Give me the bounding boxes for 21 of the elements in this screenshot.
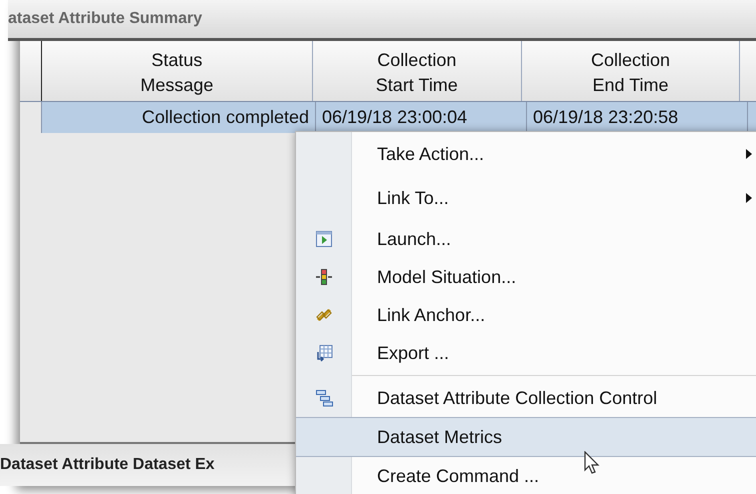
panel-title: Dataset Attribute Dataset Ex — [0, 456, 215, 474]
mouse-cursor-icon — [584, 451, 600, 475]
traffic-light-icon — [314, 268, 332, 286]
column-header[interactable]: Collection Start Time — [312, 41, 522, 101]
menu-item[interactable]: Export ... — [296, 334, 756, 372]
menu-item[interactable]: Link Anchor... — [296, 296, 756, 334]
menu-item[interactable]: Model Situation... — [296, 258, 756, 296]
column-header[interactable]: Status Message — [42, 41, 313, 101]
table-export-icon — [314, 344, 332, 362]
table-row[interactable]: Collection completed 06/19/18 23:00:04 06/19/18 23:20:58 — [20, 102, 756, 133]
column-header[interactable]: Collection End Time — [522, 41, 740, 101]
hierarchy-icon — [314, 389, 332, 407]
menu-item[interactable]: Dataset Metrics — [296, 417, 756, 457]
menu-item[interactable]: Take Action... — [296, 132, 756, 176]
play-window-icon — [314, 230, 332, 248]
menu-item[interactable]: Launch... — [296, 220, 756, 258]
menu-item[interactable]: Create Command ... — [296, 457, 756, 494]
window-title: ataset Attribute Summary — [8, 10, 202, 28]
menu-item[interactable]: Dataset Attribute Collection Control — [296, 379, 756, 417]
chain-link-icon — [314, 306, 332, 324]
menu-item[interactable]: Link To... — [296, 176, 756, 220]
